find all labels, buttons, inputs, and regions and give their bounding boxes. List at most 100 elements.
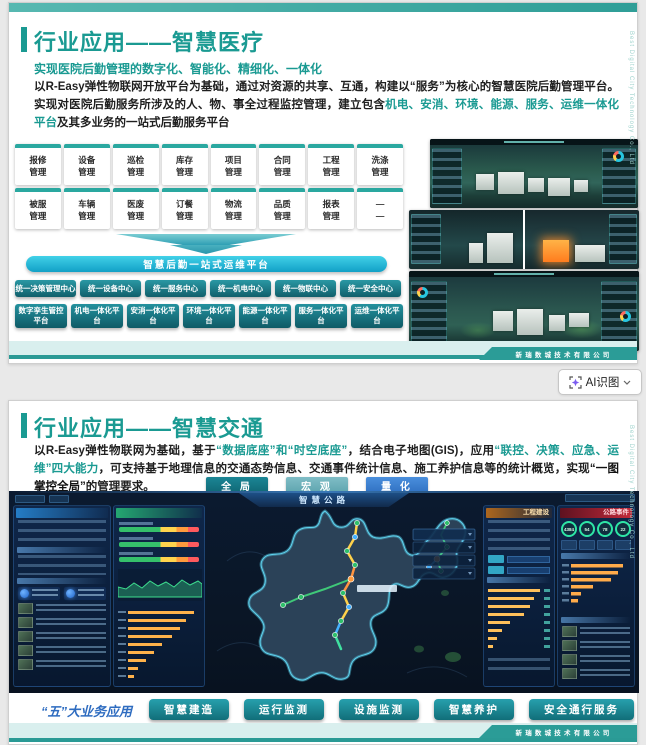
- module-card: 物流 管理: [210, 188, 257, 229]
- business-app-button: 智慧建造: [149, 699, 229, 720]
- title-accent-bar: [21, 413, 27, 438]
- module-card: 库存 管理: [161, 144, 208, 185]
- event-list-item: [562, 626, 630, 637]
- company-ribbon: 新瑞数城技术有限公司: [479, 347, 637, 360]
- dashboard-panel-road-assets: [13, 505, 111, 687]
- platform-button: 服务一体化平台: [295, 304, 347, 328]
- ai-scan-sparkle-icon: [568, 375, 582, 389]
- dashboard-screenshot-2: [409, 210, 639, 269]
- module-card: 车辆 管理: [63, 188, 110, 229]
- chevron-down-icon[interactable]: [623, 380, 631, 385]
- company-name: 新瑞数城技术有限公司: [515, 351, 613, 359]
- event-thumbnail: [18, 617, 33, 628]
- platform-button: 环境一体化平台: [183, 304, 235, 328]
- body-paragraph: 以R-Easy弹性物联网开放平台为基础，通过对资源的共享、互通，构建以“服务”为…: [34, 79, 619, 132]
- platform-button: 安消一体化平台: [127, 304, 179, 328]
- event-thumbnail: [18, 659, 33, 670]
- business-app-button: 运行监测: [244, 699, 324, 720]
- module-card: 订餐 管理: [161, 188, 208, 229]
- platform-button: 数字孪生管控平台: [15, 304, 67, 328]
- dashboard-panel-events: 公路事件 4384 54 78 22: [557, 505, 635, 687]
- event-thumbnail: [18, 603, 33, 614]
- slide1-page: 行业应用——智慧医疗 实现医院后勤管理的数字化、智能化、精细化、一体化 以R-E…: [8, 2, 639, 364]
- funnel-shape: [116, 234, 296, 245]
- datetime-chip: [565, 494, 635, 502]
- area-chart: [117, 569, 203, 601]
- text-segment: ，结合电子地图(GIS)，应用: [347, 445, 495, 457]
- ai-vision-button[interactable]: AI识图: [558, 369, 642, 395]
- gauge-ring: 78: [597, 521, 613, 537]
- center-button: 统一决策管理中心: [15, 280, 76, 297]
- business-app-button: 设施监测: [339, 699, 419, 720]
- event-list-item: [18, 603, 106, 614]
- event-list-item: [562, 668, 630, 679]
- event-list-item: [562, 654, 630, 665]
- module-card: 合同 管理: [259, 144, 306, 185]
- footer-line: [9, 738, 637, 742]
- dashboard-screenshot-1: [430, 139, 638, 208]
- gauge-ring: 4384: [561, 521, 577, 537]
- title-accent-bar: [21, 27, 27, 52]
- company-ribbon: 新瑞数城技术有限公司: [479, 725, 637, 738]
- event-analysis-bars: [562, 564, 623, 603]
- module-card: — —: [357, 188, 403, 229]
- module-card: 工程 管理: [308, 144, 355, 185]
- module-card: 报修 管理: [15, 144, 61, 185]
- module-card: 报表 管理: [308, 188, 355, 229]
- page-title: 行业应用——智慧医疗: [34, 30, 265, 55]
- business-apps-prefix: “五”大业务应用: [41, 704, 133, 719]
- center-button: 统一安全中心: [340, 280, 401, 297]
- slide-top-strip: [9, 3, 637, 12]
- platform-banner: 智慧后勤一站式运维平台: [26, 256, 387, 272]
- bottom-strip: [0, 745, 646, 753]
- centers-row: 统一决策管理中心 统一设备中心 统一服务中心 统一机电中心 统一物联中心 统一安全中心: [15, 280, 401, 297]
- gis-map: [216, 509, 476, 682]
- event-thumbnail: [562, 640, 577, 651]
- event-list-item: [562, 640, 630, 651]
- dashboard-screenshot-3: [409, 271, 639, 351]
- stat-icon: [20, 589, 29, 598]
- module-card: 洗涤 管理: [357, 144, 403, 185]
- module-card: 品质 管理: [259, 188, 306, 229]
- business-app-button: 智慧养护: [434, 699, 514, 720]
- event-list-item: [18, 631, 106, 642]
- platform-button: 机电一体化平台: [71, 304, 123, 328]
- hud-panel-right: [601, 281, 637, 345]
- document-viewer: 行业应用——智慧医疗 实现医院后勤管理的数字化、智能化、精细化、一体化 以R-E…: [0, 0, 646, 753]
- module-card: 医废 管理: [112, 188, 159, 229]
- ai-vision-label: AI识图: [585, 377, 620, 389]
- event-list-item: [18, 617, 106, 628]
- module-grid: 报修 管理 设备 管理 巡检 管理 库存 管理 项目 管理 合同 管理 工程 管…: [15, 144, 403, 229]
- center-button: 统一物联中心: [275, 280, 336, 297]
- event-thumbnail: [18, 631, 33, 642]
- funnel-arrow: [170, 245, 242, 254]
- event-thumbnail: [18, 645, 33, 656]
- traffic-dashboard: 智慧公路 工程建设 公路事件 4384 54 78 22: [9, 491, 639, 693]
- business-app-button: 安全通行服务: [529, 699, 634, 720]
- text-segment: ，可支持基于地理信息的交通态势信息、交通事件统计信息、施工养护信息等的统计概览，…: [98, 462, 590, 475]
- event-list-item: [18, 645, 106, 656]
- event-thumbnail: [562, 668, 577, 679]
- stat-icon: [66, 589, 75, 598]
- donut-chart-icon: [613, 151, 624, 162]
- text-segment: 及其多业务的一站式后勤服务平台: [57, 116, 230, 129]
- module-card: 设备 管理: [63, 144, 110, 185]
- highlighted-building: [543, 240, 569, 262]
- page-subtitle: 实现医院后勤管理的数字化、智能化、精细化、一体化: [34, 62, 323, 76]
- dashboard-panel-maintenance: [113, 505, 205, 687]
- event-thumbnail: [562, 654, 577, 665]
- bar-list-chart: [488, 589, 550, 648]
- page-title: 行业应用——智慧交通: [34, 416, 265, 441]
- module-card: 巡检 管理: [112, 144, 159, 185]
- status-bar: [119, 527, 199, 532]
- side-vertical-text: Best Digital City Technology Co., Ltd: [628, 31, 634, 165]
- donut-chart-icon: [620, 311, 631, 322]
- business-apps-buttons: 智慧建造 运行监测 设施监测 智慧养护 安全通行服务: [149, 699, 634, 720]
- panel-title: 公路事件: [603, 509, 629, 516]
- event-thumbnail: [562, 626, 577, 637]
- status-bar: [119, 542, 199, 547]
- panel-title: 工程建设: [523, 509, 549, 516]
- dashboard-panel-construction: 工程建设: [483, 505, 555, 687]
- platforms-row: 数字孪生管控平台 机电一体化平台 安消一体化平台 环境一体化平台 能源一体化平台 服务一体…: [15, 304, 403, 328]
- slide2-page: 行业应用——智慧交通 以R-Easy弹性物联网为基础，基于“数据底座”和“时空底…: [8, 400, 639, 745]
